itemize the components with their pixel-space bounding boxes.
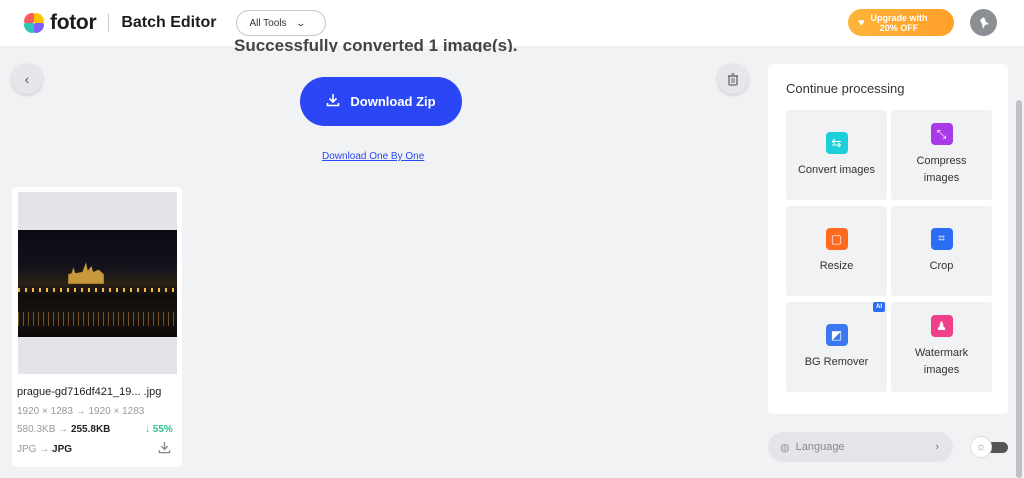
download-zip-label: Download Zip (350, 94, 436, 109)
watermark-icon: ♟ (930, 315, 953, 337)
sun-icon: ☼ (970, 436, 992, 458)
globe-icon: ◍ (780, 441, 790, 454)
tool-label: Crop (929, 259, 954, 272)
prague-photo (18, 230, 177, 337)
download-icon[interactable] (158, 441, 171, 457)
chevron-left-icon: ‹ (24, 71, 30, 87)
fotor-logo-icon (24, 13, 44, 33)
panel-title: Continue processing (786, 81, 905, 96)
user-bird-icon (979, 16, 989, 29)
download-zip-button[interactable]: Download Zip (300, 77, 462, 126)
scrollbar[interactable] (1016, 100, 1022, 478)
tool-label: Resize (819, 259, 854, 272)
upgrade-line-1: Upgrade with (870, 12, 928, 23)
file-size: 580.3KB → 255.8KB (17, 424, 111, 435)
tool-convert-images[interactable]: ⇆ Convert images (786, 110, 887, 200)
bg-remover-icon: ◩ (825, 323, 848, 346)
dimensions: 1920 × 1283 → 1920 × 1283 (17, 406, 145, 417)
resize-icon: ▢ (825, 227, 848, 250)
download-icon (326, 93, 340, 110)
size-reduction: ↓ 55% (145, 424, 173, 435)
convert-icon: ⇆ (825, 131, 848, 154)
brand-name: fotor (50, 11, 97, 34)
header-divider (108, 14, 110, 32)
tool-bg-remover[interactable]: ◩ BG Remover (786, 302, 887, 392)
download-one-by-one-link[interactable]: Download One By One (322, 151, 424, 162)
image-thumbnail[interactable] (18, 192, 177, 374)
compress-icon: ⤡ (930, 123, 953, 145)
success-message: Successfully converted 1 image(s). (234, 36, 518, 52)
trash-icon (728, 72, 738, 86)
upgrade-line-2: 20% OFF (879, 22, 919, 33)
tool-resize[interactable]: ▢ Resize (786, 206, 887, 296)
delete-button[interactable] (718, 64, 748, 94)
app-title: Batch Editor (121, 14, 217, 31)
continue-processing-panel: Continue processing ⇆ Convert images ⤡ C… (768, 64, 1008, 414)
avatar[interactable] (970, 9, 997, 36)
tool-label: Watermark images (914, 347, 969, 376)
tool-compress-images[interactable]: ⤡ Compress images (891, 110, 992, 200)
tool-crop[interactable]: ⌗ Crop (891, 206, 992, 296)
back-button[interactable]: ‹ (12, 64, 42, 94)
image-result-card: prague-gd716df421_19... .jpg 1920 × 1283… (12, 187, 182, 467)
tool-label: Compress images (916, 155, 967, 184)
file-name: prague-gd716df421_19... .jpg (17, 386, 162, 398)
fotor-logo[interactable]: fotor (24, 11, 97, 35)
tool-label: BG Remover (804, 355, 869, 368)
language-label: Language (795, 441, 845, 453)
tool-watermark-images[interactable]: ♟ Watermark images (891, 302, 992, 392)
format-change: JPG → JPG (17, 444, 73, 455)
crop-icon: ⌗ (930, 227, 953, 250)
upgrade-button[interactable]: ♥ Upgrade with 20% OFF (848, 9, 954, 36)
theme-toggle[interactable]: ☼ (970, 436, 1008, 458)
all-tools-label: All Tools (249, 17, 287, 29)
language-selector[interactable]: ◍ Language › (768, 432, 953, 462)
chevron-down-icon: ⌄ (295, 17, 306, 28)
tool-label: Convert images (797, 163, 876, 176)
heart-icon: ♥ (858, 16, 865, 29)
chevron-right-icon: › (935, 441, 939, 453)
ai-badge: AI (873, 302, 885, 312)
